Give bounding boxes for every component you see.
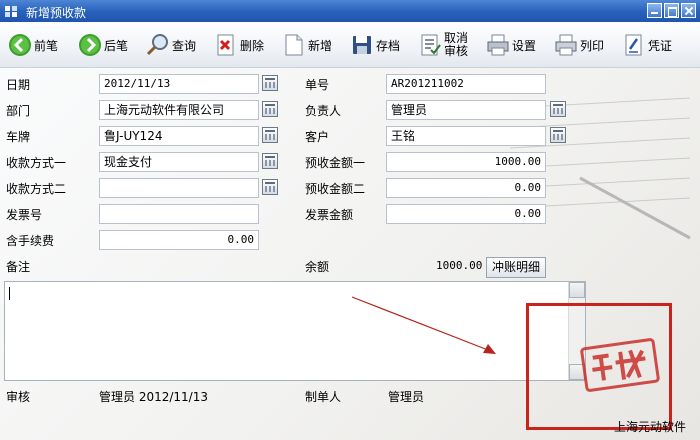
highlight-box bbox=[526, 303, 672, 430]
query-button[interactable]: 查询 bbox=[146, 28, 196, 62]
audit-label: 审核 bbox=[6, 390, 31, 404]
annotation-arrow bbox=[351, 296, 496, 354]
cancel-audit-button[interactable]: 取消 审核 bbox=[418, 28, 468, 62]
print-label: 列印 bbox=[580, 38, 605, 53]
invoice-amount-field[interactable]: 0.00 bbox=[386, 204, 546, 224]
print-button[interactable]: 列印 bbox=[554, 28, 604, 62]
settings-label: 设置 bbox=[512, 38, 537, 53]
manager-field[interactable]: 管理员 bbox=[386, 100, 546, 120]
department-label: 部门 bbox=[6, 104, 31, 118]
audit-document-icon bbox=[421, 34, 441, 56]
audit-value: 管理员 2012/11/13 bbox=[99, 390, 208, 404]
manager-picker-icon[interactable] bbox=[550, 101, 566, 117]
arrow-right-icon bbox=[79, 34, 101, 56]
close-button[interactable] bbox=[681, 3, 696, 18]
pay-method1-label: 收款方式一 bbox=[6, 156, 67, 170]
printer-settings-icon bbox=[487, 34, 509, 56]
customer-label: 客户 bbox=[305, 130, 330, 144]
window-title: 新增预收款 bbox=[26, 6, 87, 20]
new-button[interactable]: 新增 bbox=[282, 28, 332, 62]
prev-record-button[interactable]: 前笔 bbox=[8, 28, 58, 62]
next-record-button[interactable]: 后笔 bbox=[78, 28, 128, 62]
pay-method1-picker-icon[interactable] bbox=[262, 153, 278, 169]
plate-picker-icon[interactable] bbox=[262, 127, 278, 143]
manager-label: 负责人 bbox=[305, 104, 342, 118]
query-label: 查询 bbox=[172, 38, 197, 53]
pay-method2-picker-icon[interactable] bbox=[262, 179, 278, 195]
delete-document-icon bbox=[217, 34, 234, 56]
balance-value: 1000.00 bbox=[436, 259, 483, 272]
cancel-audit-label-line2: 审核 bbox=[444, 44, 469, 58]
delete-button[interactable]: 删除 bbox=[214, 28, 264, 62]
department-field[interactable]: 上海元动软件有限公司 bbox=[99, 100, 259, 120]
voucher-label: 凭证 bbox=[648, 38, 673, 53]
brand-text: 上海元动软件 bbox=[613, 420, 686, 434]
save-label: 存档 bbox=[376, 38, 401, 53]
order-no-label: 单号 bbox=[305, 78, 330, 92]
scroll-up-button[interactable] bbox=[569, 282, 585, 298]
date-picker-icon[interactable] bbox=[262, 75, 278, 91]
new-label: 新增 bbox=[308, 38, 333, 53]
magnifier-icon bbox=[146, 34, 168, 56]
pay-method2-field[interactable] bbox=[99, 178, 259, 198]
fee-field[interactable]: 0.00 bbox=[99, 230, 259, 250]
order-no-field[interactable]: AR201211002 bbox=[386, 74, 546, 94]
date-label: 日期 bbox=[6, 78, 31, 92]
balance-label: 余额 bbox=[305, 260, 330, 274]
delete-label: 删除 bbox=[240, 38, 265, 53]
settings-button[interactable]: 设置 bbox=[486, 28, 536, 62]
memo-label: 备注 bbox=[6, 260, 31, 274]
fee-label: 含手续费 bbox=[6, 234, 55, 248]
creator-value: 管理员 bbox=[388, 390, 425, 404]
voucher-icon bbox=[625, 34, 642, 56]
title-bar: 新增预收款 bbox=[0, 0, 700, 22]
offset-detail-button[interactable]: 冲账明细 bbox=[486, 257, 546, 278]
arrow-left-icon bbox=[9, 34, 31, 56]
invoice-amount-label: 发票金额 bbox=[305, 208, 354, 222]
minimize-button[interactable] bbox=[647, 3, 662, 18]
prepay2-field[interactable]: 0.00 bbox=[386, 178, 546, 198]
invoice-no-label: 发票号 bbox=[6, 208, 43, 222]
creator-label: 制单人 bbox=[305, 390, 342, 404]
maximize-button[interactable] bbox=[664, 3, 679, 18]
pay-method2-label: 收款方式二 bbox=[6, 182, 67, 196]
customer-field[interactable]: 王铭 bbox=[386, 126, 546, 146]
voucher-button[interactable]: 凭证 bbox=[622, 28, 672, 62]
prev-label: 前笔 bbox=[34, 38, 59, 53]
toolbar: 前笔 后笔 查询 删除 新增 存档 取消 审核 设置 列印 凭证 bbox=[0, 22, 700, 68]
department-picker-icon[interactable] bbox=[262, 101, 278, 117]
new-document-icon bbox=[285, 34, 303, 56]
plate-field[interactable]: 鲁J-UY124 bbox=[99, 126, 259, 146]
prepay1-field[interactable]: 1000.00 bbox=[386, 152, 546, 172]
save-button[interactable]: 存档 bbox=[350, 28, 400, 62]
app-icon bbox=[5, 6, 17, 17]
invoice-no-field[interactable] bbox=[99, 204, 259, 224]
date-field[interactable]: 2012/11/13 bbox=[99, 74, 259, 94]
prepay1-label: 预收金额一 bbox=[305, 156, 366, 170]
customer-picker-icon[interactable] bbox=[550, 127, 566, 143]
floppy-disk-icon bbox=[353, 36, 371, 54]
prepay2-label: 预收金额二 bbox=[305, 182, 366, 196]
next-label: 后笔 bbox=[104, 38, 129, 53]
text-caret bbox=[9, 287, 10, 300]
printer-icon bbox=[555, 34, 577, 56]
plate-label: 车牌 bbox=[6, 130, 31, 144]
pay-method1-field[interactable]: 现金支付 bbox=[99, 152, 259, 172]
